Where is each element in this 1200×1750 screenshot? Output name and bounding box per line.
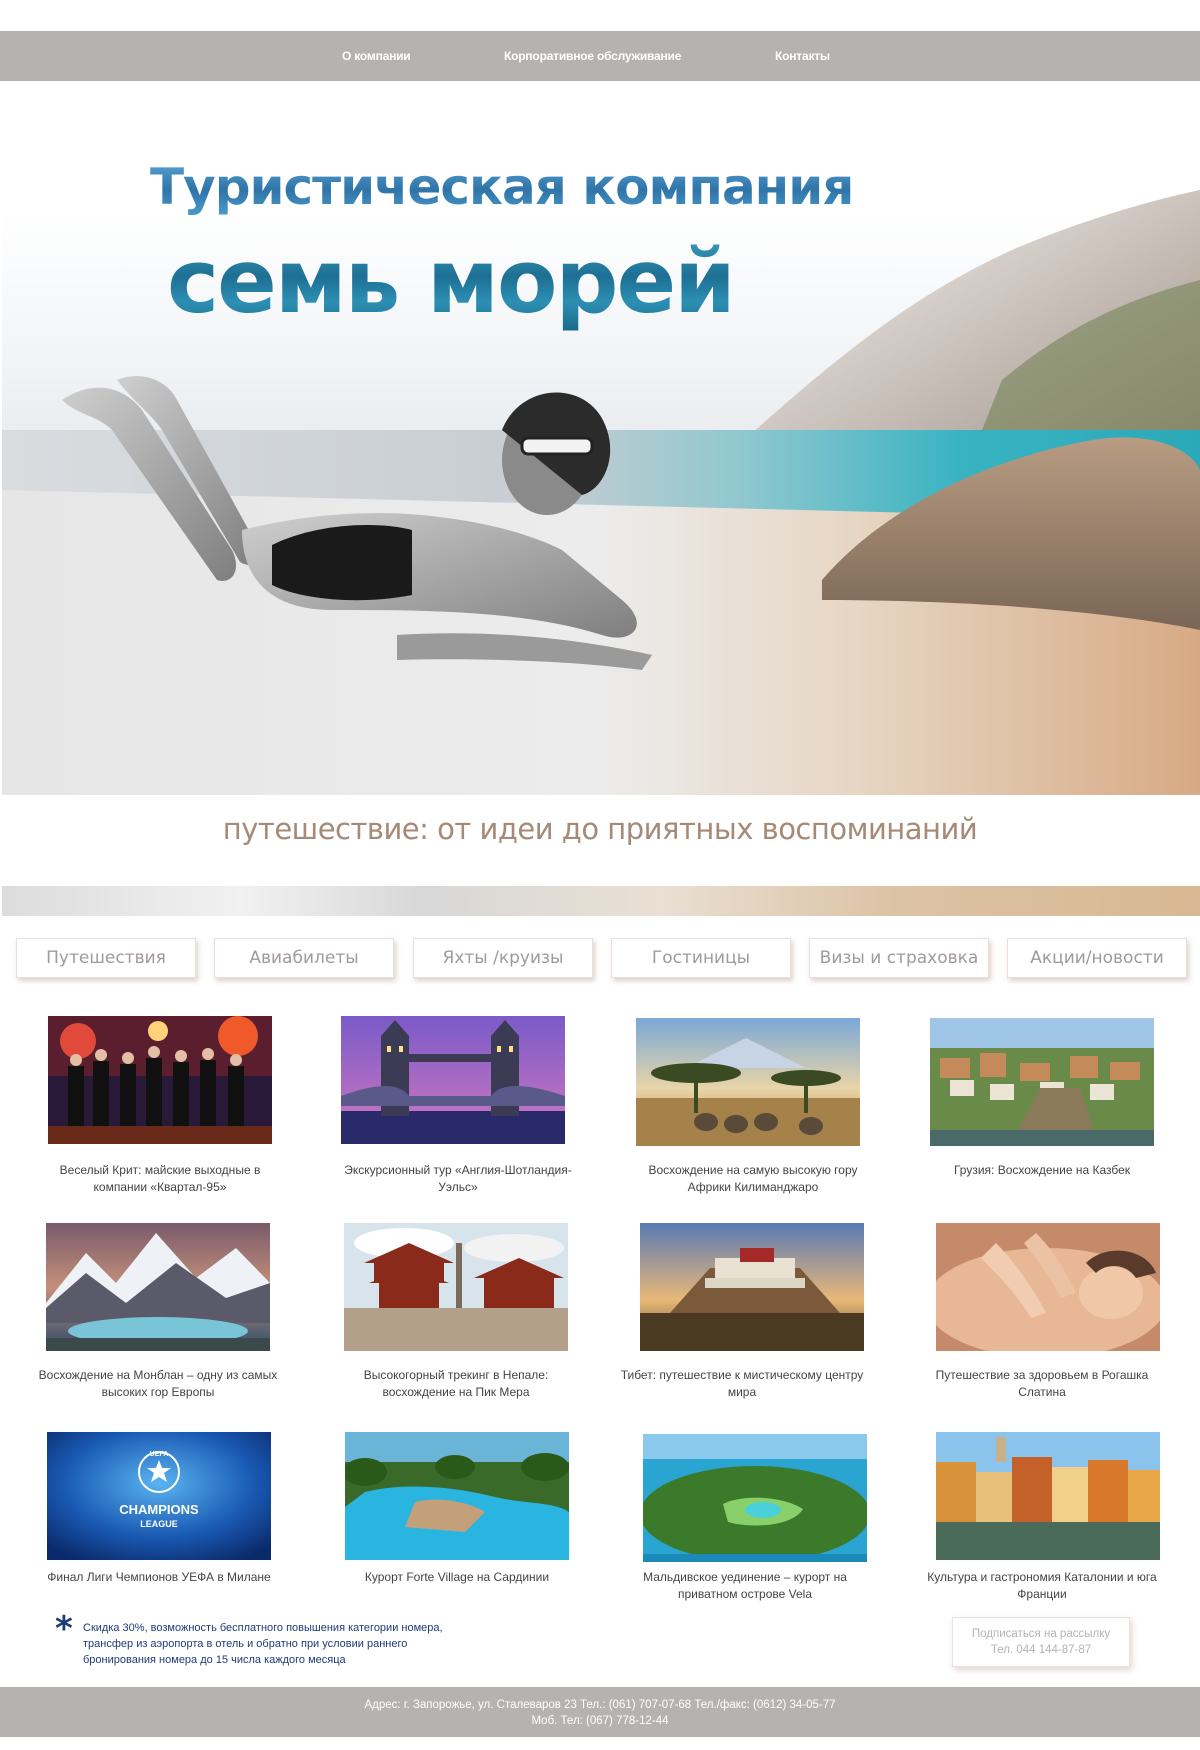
tour-caption-kilimanjaro: Восхождение на самую высокую гору Африки…	[648, 1163, 858, 1194]
subscribe-button[interactable]: Подписаться на рассылку Тел. 044 144-87-…	[952, 1617, 1130, 1667]
tour-image-nepal[interactable]	[344, 1223, 568, 1351]
footer: Адрес: г. Запорожье, ул. Сталеваров 23 Т…	[0, 1687, 1200, 1737]
tour-caption-sardinia: Курорт Forte Village на Сардинии	[364, 1570, 550, 1584]
nav-contacts[interactable]: Контакты	[775, 31, 830, 81]
tab-travel[interactable]: Путешествия	[16, 938, 196, 978]
tour-caption-tibet: Тибет: путешествие к мистическому центру…	[620, 1368, 864, 1399]
tour-caption-england: Экскурсионный тур «Англия-Шотландия-Уэль…	[344, 1163, 572, 1194]
tour-image-england[interactable]	[341, 1016, 565, 1144]
nav-corporate[interactable]: Корпоративное обслуживание	[504, 31, 681, 81]
tab-visas-insurance[interactable]: Визы и страховка	[809, 938, 989, 978]
tour-caption-champions-league: Финал Лиги Чемпионов УЕФА в Милане	[47, 1570, 271, 1584]
tour-caption-georgia: Грузия: Восхождение на Казбек	[953, 1163, 1131, 1177]
svg-text:LEAGUE: LEAGUE	[140, 1519, 178, 1529]
promo-note: Скидка 30%, возможность бесплатного повы…	[83, 1622, 443, 1666]
tab-hotels[interactable]: Гостиницы	[611, 938, 791, 978]
tour-caption-catalonia: Культура и гастрономия Каталонии и юга Ф…	[927, 1570, 1157, 1601]
hero-banner: Туристическая компания семь морей	[2, 130, 1200, 795]
tour-image-montblanc[interactable]	[46, 1223, 270, 1351]
subscribe-phone: Тел. 044 144-87-87	[990, 1644, 1092, 1656]
footer-address: Адрес: г. Запорожье, ул. Сталеваров 23 Т…	[364, 1699, 836, 1711]
tour-caption-nepal: Высокогорный трекинг в Непале: восхожден…	[363, 1368, 549, 1399]
tour-image-crete[interactable]	[48, 1016, 272, 1144]
tour-caption-crete: Веселый Крит: майские выходные в компани…	[59, 1163, 261, 1194]
top-navigation: О компании Корпоративное обслуживание Ко…	[0, 31, 1200, 81]
tour-image-sardinia[interactable]	[345, 1432, 569, 1560]
svg-text:UEFA: UEFA	[150, 1451, 169, 1458]
tour-image-tibet[interactable]	[640, 1223, 864, 1351]
sand-divider	[2, 886, 1200, 916]
svg-text:CHAMPIONS: CHAMPIONS	[119, 1502, 199, 1517]
tour-caption-montblanc: Восхождение на Монблан – одну из самых в…	[38, 1368, 278, 1399]
tour-image-maldives[interactable]	[643, 1434, 867, 1562]
tagline: путешествие: от идеи до приятных воспоми…	[222, 812, 978, 846]
tour-image-kilimanjaro[interactable]	[636, 1018, 860, 1146]
tour-caption-spa: Путешествие за здоровьем в Рогашка Слати…	[935, 1368, 1149, 1399]
tab-promotions-news[interactable]: Акции/новости	[1007, 938, 1187, 978]
subscribe-label: Подписаться на рассылку	[971, 1628, 1111, 1640]
tour-image-georgia[interactable]	[930, 1018, 1154, 1146]
hero-title-company: Туристическая компания	[150, 158, 854, 216]
tour-image-champions-league[interactable]: UEFA CHAMPIONS LEAGUE	[47, 1432, 271, 1560]
tab-air-tickets[interactable]: Авиабилеты	[214, 938, 394, 978]
tour-image-catalonia[interactable]	[936, 1432, 1160, 1560]
footer-mobile: Моб. Тел: (067) 778-12-44	[531, 1715, 669, 1727]
category-tabs: Путешествия Авиабилеты Яхты /круизы Гост…	[0, 938, 1200, 978]
nav-about[interactable]: О компании	[342, 31, 411, 81]
asterisk-icon: *	[55, 1609, 73, 1649]
tour-caption-maldives: Мальдивское уединение – курорт на приват…	[643, 1570, 847, 1601]
tour-image-spa[interactable]	[936, 1223, 1160, 1351]
hero-title-brand: семь морей	[167, 230, 736, 333]
tab-yachts-cruises[interactable]: Яхты /круизы	[413, 938, 593, 978]
